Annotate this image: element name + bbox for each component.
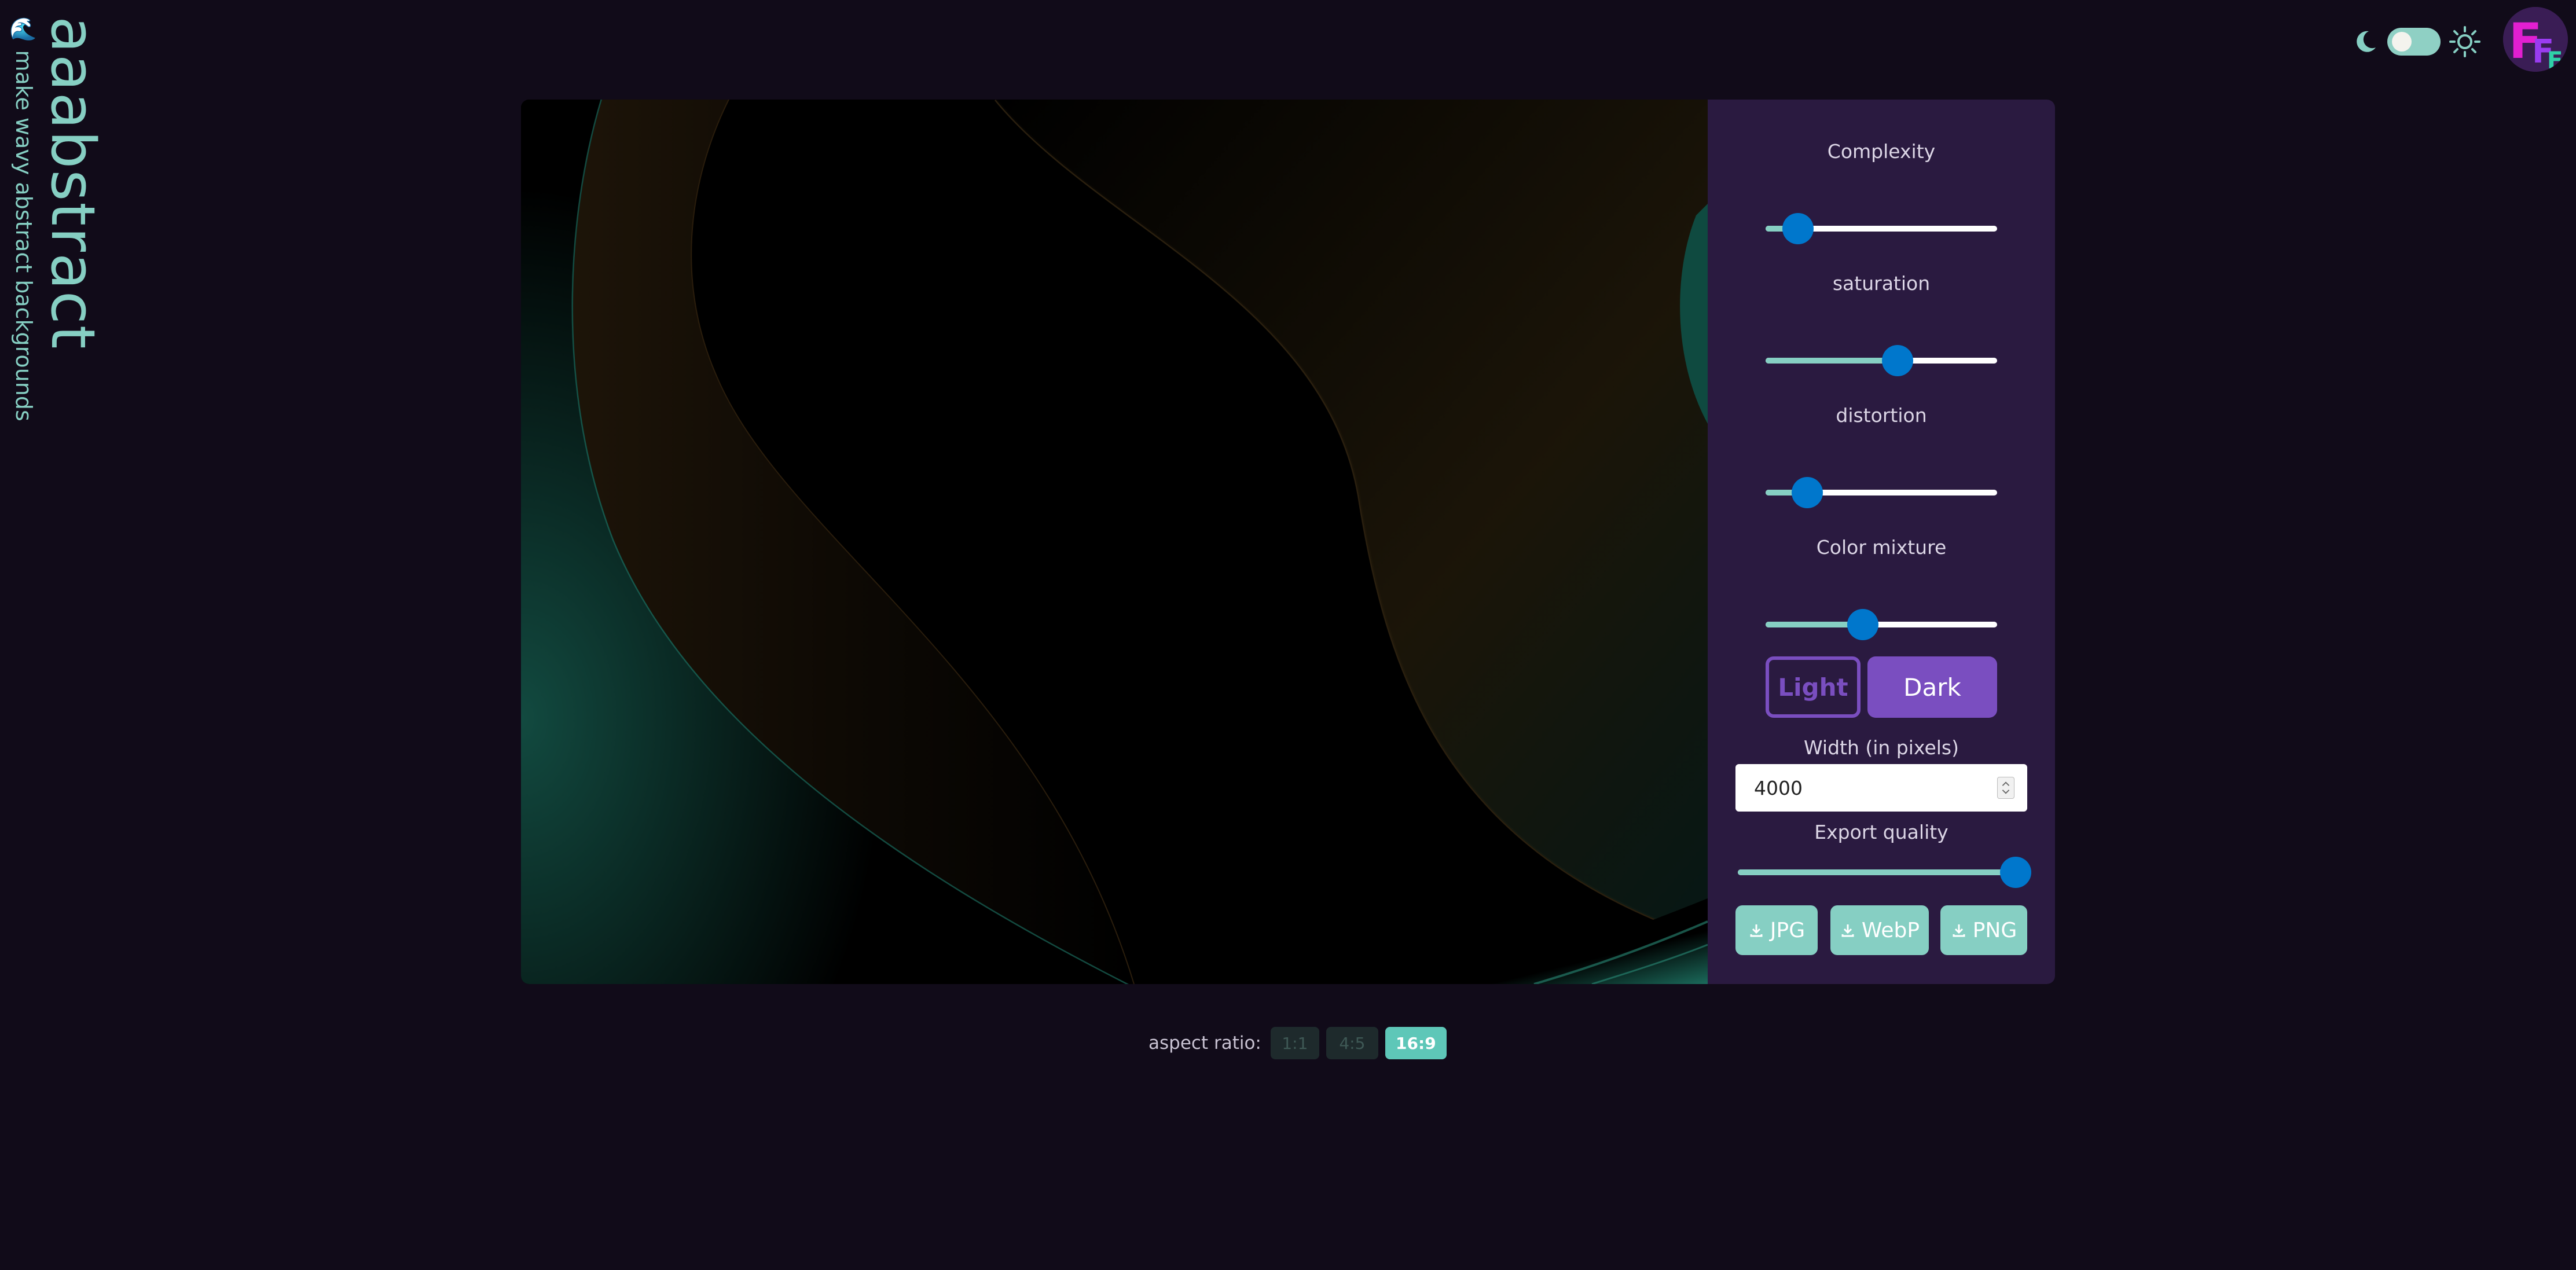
complexity-slider-group: Complexity [1708, 140, 2055, 244]
wave-preview-canvas [521, 100, 1708, 984]
export-webp-label: WebP [1861, 918, 1920, 942]
saturation-slider-fill [1766, 358, 1898, 364]
distortion-slider-group: distortion [1708, 404, 2055, 508]
width-label: Width (in pixels) [1804, 736, 1959, 759]
distortion-label: distortion [1836, 404, 1927, 427]
distortion-slider[interactable] [1766, 477, 1997, 508]
complexity-slider-thumb[interactable] [1782, 213, 1814, 244]
color-mixture-slider-thumb[interactable] [1847, 609, 1878, 640]
theme-switch-knob [2392, 32, 2412, 52]
complexity-label: Complexity [1827, 140, 1936, 163]
fff-logo-icon: F F F [2503, 7, 2568, 72]
app-subtitle-text: make wavy abstract backgrounds [11, 50, 36, 421]
light-mode-button[interactable]: Light [1766, 656, 1861, 718]
brand: aaabstract 🌊 make wavy abstract backgrou… [7, 16, 108, 433]
export-png-label: PNG [1972, 918, 2017, 942]
svg-text:F: F [2547, 47, 2563, 72]
theme-switch[interactable] [2387, 28, 2441, 56]
saturation-label: saturation [1832, 272, 1931, 295]
download-icon [1841, 924, 1854, 937]
complexity-slider[interactable] [1766, 213, 1997, 244]
download-icon [1953, 924, 1965, 937]
theme-toggle[interactable] [2351, 23, 2485, 60]
export-jpg-button[interactable]: JPG [1735, 905, 1818, 955]
export-quality-label: Export quality [1814, 821, 1948, 843]
sun-icon [2449, 26, 2480, 57]
spinner-icon[interactable] [1997, 777, 2014, 799]
aspect-ratio-selector: aspect ratio: 1:1 4:5 16:9 [1148, 1026, 1447, 1060]
distortion-slider-thumb[interactable] [1792, 477, 1823, 508]
moon-icon [2357, 31, 2376, 52]
controls-panel: Complexity saturation distortion Color m… [1708, 100, 2055, 984]
width-input[interactable]: 4000 [1735, 764, 2027, 812]
export-webp-button[interactable]: WebP [1830, 905, 1929, 955]
export-quality-slider-fill [1738, 869, 2016, 875]
editor-card: Complexity saturation distortion Color m… [521, 100, 2055, 984]
app-title: aaabstract [38, 16, 108, 350]
export-png-button[interactable]: PNG [1940, 905, 2027, 955]
ratio-16-9-button[interactable]: 16:9 [1385, 1027, 1447, 1059]
aspect-ratio-label: aspect ratio: [1148, 1033, 1261, 1054]
avatar[interactable]: F F F [2503, 7, 2568, 72]
dark-mode-button[interactable]: Dark [1867, 656, 1997, 718]
download-icon [1750, 924, 1763, 937]
color-mixture-label: Color mixture [1816, 536, 1947, 559]
export-jpg-label: JPG [1770, 918, 1806, 942]
saturation-slider-group: saturation [1708, 272, 2055, 376]
export-quality-slider[interactable] [1738, 857, 2031, 888]
color-mixture-slider-group: Color mixture [1708, 536, 2055, 640]
color-mixture-slider[interactable] [1766, 609, 1997, 640]
saturation-slider[interactable] [1766, 345, 1997, 376]
app-subtitle: 🌊 make wavy abstract backgrounds [11, 16, 36, 421]
ratio-1-1-button[interactable]: 1:1 [1270, 1027, 1319, 1059]
saturation-slider-thumb[interactable] [1882, 345, 1913, 376]
ratio-4-5-button[interactable]: 4:5 [1326, 1027, 1378, 1059]
wave-icon: 🌊 [11, 16, 36, 43]
export-quality-slider-thumb[interactable] [2000, 857, 2031, 888]
width-input-value: 4000 [1754, 776, 1803, 799]
